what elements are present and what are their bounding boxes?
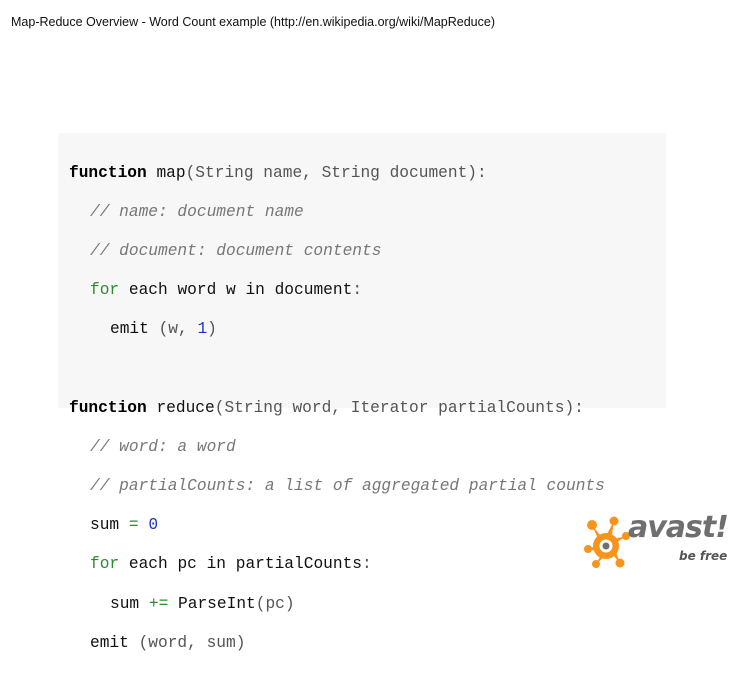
comment: // word: a word (90, 437, 236, 456)
parseint-call: ParseInt (178, 594, 256, 613)
punct-colon: : (477, 163, 487, 182)
keyword-for: for (90, 281, 120, 300)
punct-colon: : (574, 398, 584, 417)
comment: // document: document contents (90, 241, 382, 260)
reduce-params: (String word, Iterator partialCounts) (214, 398, 575, 417)
keyword-for: for (90, 555, 120, 574)
code-block: function map(String name, String documen… (58, 133, 666, 652)
logo-tagline: be free (679, 549, 728, 563)
number-literal: 0 (148, 516, 159, 535)
comment: // partialCounts: a list of aggregated p… (90, 477, 605, 496)
variable-sum: sum (110, 594, 140, 613)
emit-args-close: ) (207, 320, 217, 339)
operator-plus-assign: += (148, 594, 169, 613)
punct-colon: : (352, 281, 363, 300)
emit-call: emit (110, 320, 149, 339)
code-line: sum = 0 (69, 516, 605, 536)
function-name-map: map (156, 163, 186, 182)
comment: // name: document name (90, 202, 304, 221)
page-title: Map-Reduce Overview - Word Count example… (11, 15, 496, 29)
avast-logo: avast! be free (584, 510, 729, 572)
keyword-function: function (69, 163, 147, 182)
loop-expression: each pc in partialCounts (128, 555, 363, 574)
function-name-reduce: reduce (156, 398, 215, 417)
code-line: // name: document name (69, 203, 605, 223)
code-line: for each pc in partialCounts: (69, 555, 605, 575)
number-literal: 1 (197, 320, 208, 339)
avast-orange-ball-icon (584, 516, 630, 568)
code-line: function map(String name, String documen… (69, 164, 605, 184)
parseint-args: (pc) (255, 594, 295, 613)
code-line: emit (word, sum) (69, 634, 605, 654)
operator-assign: = (128, 516, 139, 535)
loop-expression: each word w in document (128, 281, 353, 300)
code-line: // document: document contents (69, 242, 605, 262)
emit-args: (word, sum) (138, 633, 246, 652)
code-line: sum += ParseInt(pc) (69, 595, 605, 615)
keyword-function: function (69, 398, 147, 417)
emit-call: emit (90, 633, 129, 652)
code-line: // word: a word (69, 438, 605, 458)
code-line: for each word w in document: (69, 281, 605, 301)
variable-sum: sum (90, 516, 120, 535)
emit-args-open: (w, (158, 320, 188, 339)
code-line: // partialCounts: a list of aggregated p… (69, 477, 605, 497)
punct-colon: : (362, 555, 372, 574)
code-text: function map(String name, String documen… (69, 144, 605, 673)
code-line: emit (w, 1) (69, 320, 605, 340)
map-params: (String name, String document) (185, 163, 478, 182)
logo-wordmark: avast! (628, 510, 729, 545)
code-line: function reduce(String word, Iterator pa… (69, 399, 605, 419)
